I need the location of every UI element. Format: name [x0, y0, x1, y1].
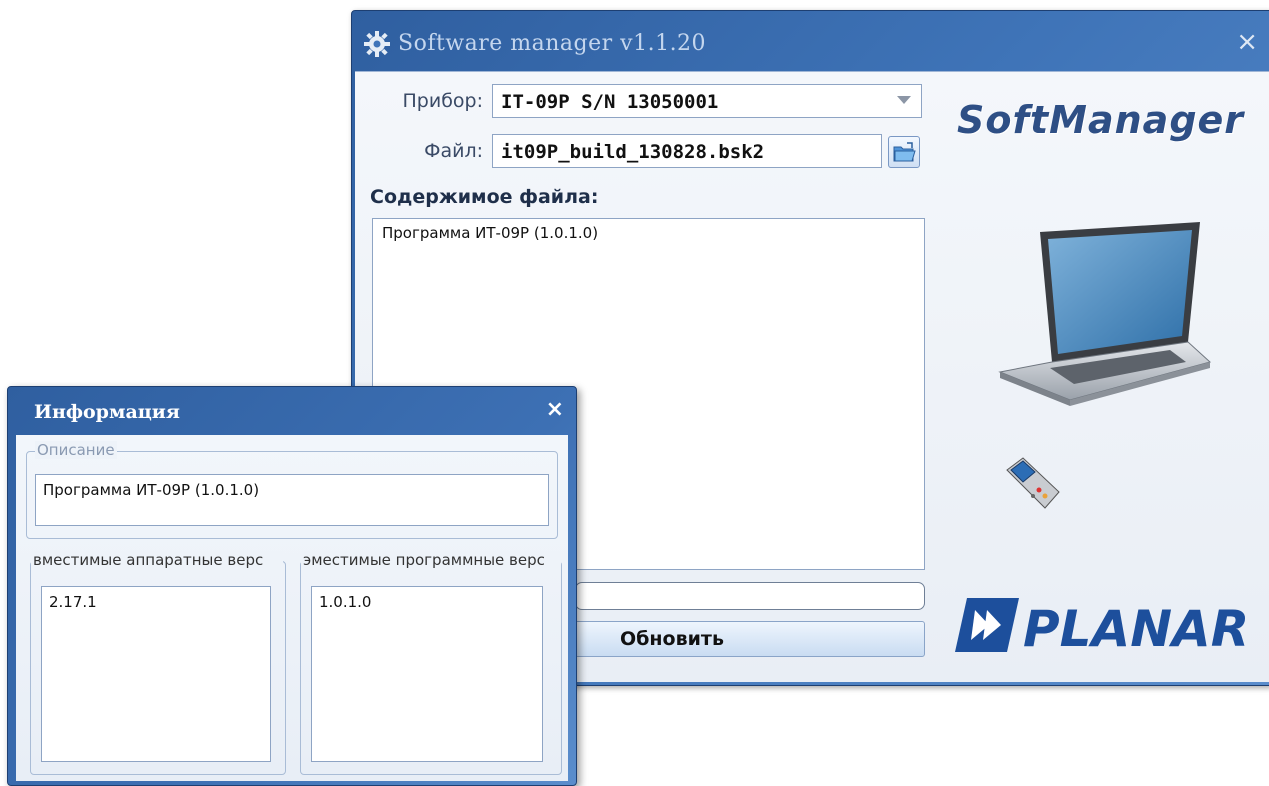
device-select[interactable]: IT-09P S/N 13050001 [492, 84, 922, 118]
file-path-field[interactable]: it09P_build_130828.bsk2 [492, 134, 882, 168]
close-icon[interactable]: × [1236, 27, 1258, 57]
update-button-label: Обновить [620, 628, 724, 650]
dialog-client-area: Описание Программа ИТ-09Р (1.0.1.0) вмес… [16, 435, 568, 781]
open-file-button[interactable] [888, 136, 920, 168]
file-label: Файл: [424, 140, 483, 162]
planar-logo-text: PLANAR [1023, 600, 1249, 656]
software-versions-legend: эместимые программные верс [301, 551, 561, 569]
software-versions-group: эместимые программные верс 1.0.1.0 [300, 551, 562, 775]
dialog-title: Информация [34, 401, 180, 423]
description-field[interactable]: Программа ИТ-09Р (1.0.1.0) [35, 474, 549, 526]
description-value: Программа ИТ-09Р (1.0.1.0) [43, 481, 260, 499]
brand-title: SoftManager [957, 98, 1245, 142]
window-title: Software manager v1.1.20 [398, 31, 707, 56]
progress-field [575, 582, 925, 610]
list-item[interactable]: 1.0.1.0 [319, 593, 535, 611]
close-icon[interactable]: × [546, 397, 564, 422]
information-dialog: Информация × Описание Программа ИТ-09Р (… [7, 386, 577, 786]
list-item[interactable]: 2.17.1 [49, 593, 263, 611]
description-legend: Описание [35, 441, 117, 459]
laptop-icon [998, 222, 1212, 406]
device-label: Прибор: [402, 90, 484, 112]
device-select-value: IT-09P S/N 13050001 [501, 91, 719, 113]
hardware-versions-legend: вместимые аппаратные верс [31, 551, 283, 569]
open-folder-icon [893, 142, 916, 162]
gear-icon [364, 31, 390, 57]
file-path-value: it09P_build_130828.bsk2 [501, 141, 765, 163]
hardware-versions-group: вместимые аппаратные верс 2.17.1 [30, 551, 286, 775]
planar-logo: PLANAR [955, 598, 1249, 656]
description-group: Описание Программа ИТ-09Р (1.0.1.0) [26, 441, 558, 539]
handheld-device-icon [1006, 457, 1060, 509]
title-bar[interactable]: Software manager v1.1.20 × [352, 11, 1269, 71]
list-item[interactable]: Программа ИТ-09Р (1.0.1.0) [382, 224, 915, 242]
dropdown-arrow-icon[interactable] [897, 96, 911, 104]
software-versions-list[interactable]: 1.0.1.0 [311, 586, 543, 762]
hardware-versions-list[interactable]: 2.17.1 [41, 586, 271, 762]
file-contents-label: Содержимое файла: [370, 186, 599, 208]
